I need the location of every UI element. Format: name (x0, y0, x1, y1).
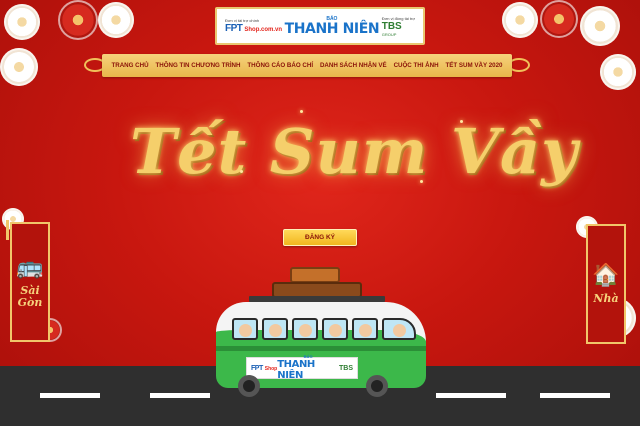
passenger-face (299, 324, 312, 337)
nav-item-ticket-list[interactable]: DANH SÁCH NHẬN VÉ (320, 62, 387, 69)
sponsor-tbs: Đơn vị đồng tài trợ TBS GROUP (382, 16, 415, 37)
top-left-white-flower-decoration-2 (98, 2, 134, 38)
top-left-flower-decoration (58, 0, 98, 40)
bus-icon: 🚌 (16, 254, 44, 279)
top-right-white-flower-decoration (502, 2, 538, 38)
suitcase-top (290, 267, 340, 283)
right-white-flower-decoration (600, 54, 636, 90)
bus-ad-fpt-shop-text: Shop (264, 365, 278, 372)
road-stripe (150, 393, 210, 398)
passenger-face (329, 324, 342, 337)
nav-item-tet-sum-vay-2020[interactable]: TẾT SUM VẦY 2020 (446, 62, 503, 69)
right-banner-label: Nhà (593, 292, 619, 305)
main-nav: TRANG CHỦ THÔNG TIN CHƯƠNG TRÌNH THÔNG C… (102, 54, 512, 77)
sponsor-bar: Đơn vị tài trợ chính FPT Shop.com.vn BÁO… (215, 7, 425, 45)
hero-stage: Đơn vị tài trợ chính FPT Shop.com.vn BÁO… (0, 0, 640, 426)
bus-rear-wheel (238, 375, 260, 397)
fpt-logo-text: FPT (225, 23, 243, 34)
top-left-white-flower-decoration (4, 4, 40, 40)
nav-item-photo-contest[interactable]: CUỘC THI ẢNH (394, 62, 439, 69)
tbs-logo-text: TBS (381, 20, 402, 32)
passenger-face (359, 324, 372, 337)
thanh-nien-logo[interactable]: BÁO THANH NIÊN (284, 16, 380, 37)
sparkle-decoration (240, 170, 243, 173)
fpt-shop-text: Shop.com.vn (244, 27, 283, 33)
bus-stripe (216, 346, 426, 351)
fpt-shop-logo: FPT Shop.com.vn (225, 23, 282, 34)
right-side-banner-home: 🏠 Nhà (586, 224, 626, 344)
bus-ad-thanh-nien-logo: BÁO THANH NIÊN (277, 355, 339, 382)
bus-ad-fpt-text: FPT (251, 364, 263, 372)
left-banner-label-2: Gòn (17, 296, 43, 309)
register-button[interactable]: ĐĂNG KÝ (283, 229, 357, 246)
road-stripe (540, 393, 610, 398)
road-stripe (40, 393, 100, 398)
hero-title: Tết Sum Vầy (130, 115, 579, 188)
nav-item-press-release[interactable]: THÔNG CÁO BÁO CHÍ (247, 62, 313, 69)
house-icon: 🏠 (592, 262, 620, 287)
road-stripe (436, 393, 506, 398)
nav-item-home[interactable]: TRANG CHỦ (111, 62, 148, 69)
passenger-face (239, 324, 252, 337)
thanh-nien-brand-text: THANH NIÊN (284, 20, 380, 37)
top-right-red-flower-decoration (540, 0, 578, 38)
nav-item-program-info[interactable]: THÔNG TIN CHƯƠNG TRÌNH (155, 62, 240, 69)
bus-ad-panel: FPT Shop BÁO THANH NIÊN TBS (246, 355, 358, 382)
bus-ad-tbs-logo: TBS (339, 364, 353, 372)
bus-ad-fpt-logo: FPT Shop (251, 365, 277, 372)
top-right-white-flower-decoration-2 (580, 6, 620, 46)
sparkle-decoration (420, 180, 423, 183)
left-banner-pole (6, 220, 9, 240)
sponsor-fpt: Đơn vị tài trợ chính FPT Shop.com.vn (225, 18, 282, 34)
driver-face (393, 324, 406, 337)
left-side-banner-saigon: 🚌 Sài Gòn (10, 222, 50, 342)
passenger-face (269, 324, 282, 337)
top-left-white-flower-decoration-3 (0, 48, 38, 86)
sparkle-decoration (300, 110, 303, 113)
bus-front-wheel (366, 375, 388, 397)
sparkle-decoration (460, 120, 463, 123)
tbs-group-text: GROUP (381, 31, 397, 37)
bus-ad-thanh-nien-brand: THANH NIÊN (277, 359, 315, 381)
